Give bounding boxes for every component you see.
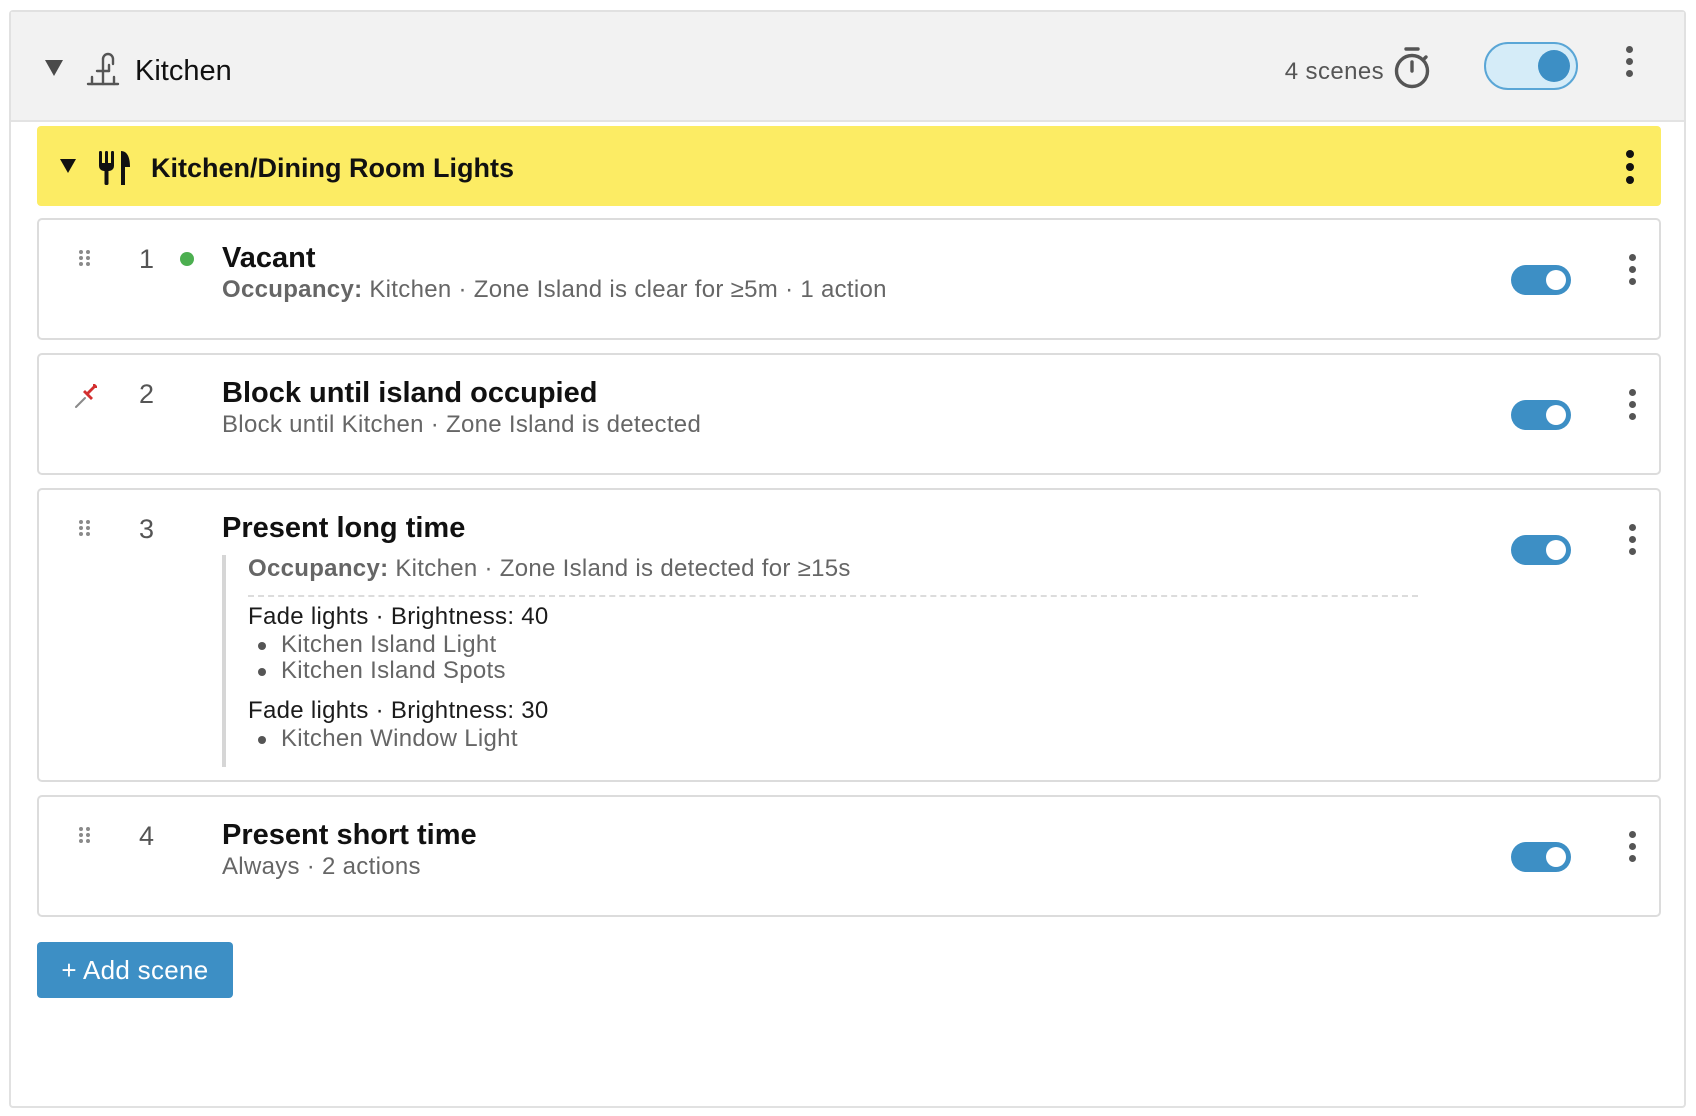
action-target: Kitchen Island Light [281, 631, 497, 658]
scene-title: Block until island occupied [222, 377, 598, 409]
drag-handle-icon[interactable] [79, 520, 93, 538]
drag-handle-icon[interactable] [79, 250, 93, 268]
room-header: Kitchen 4 scenes [11, 12, 1684, 122]
toggle-knob [1546, 405, 1566, 425]
scene-menu-kebab-icon[interactable] [1627, 524, 1637, 560]
scene-count: 4 scenes [1284, 58, 1384, 85]
scene-card[interactable]: 4 Present short time Always · 2 actions [37, 795, 1661, 917]
active-status-dot [180, 252, 194, 266]
trigger-label: Occupancy: [222, 276, 363, 303]
trigger-label: Occupancy: [248, 555, 389, 582]
scene-enable-toggle[interactable] [1511, 842, 1571, 872]
action-title: Fade lights · Brightness: 40 [248, 603, 549, 630]
scene-subtitle: Block until Kitchen · Zone Island is det… [222, 411, 702, 438]
scene-menu-kebab-icon[interactable] [1627, 254, 1637, 290]
toggle-knob [1546, 270, 1566, 290]
room-panel: Kitchen 4 scenes Kitchen/Dining Room Lig… [9, 10, 1686, 1108]
scene-subtitle: Occupancy: Kitchen · Zone Island is clea… [222, 276, 887, 304]
scene-menu-kebab-icon[interactable] [1627, 389, 1637, 425]
scene-enable-toggle[interactable] [1511, 535, 1571, 565]
trigger-text: Kitchen · Zone Island is detected for ≥1… [395, 555, 851, 582]
group-header: Kitchen/Dining Room Lights [37, 126, 1661, 206]
list-bullet [258, 736, 266, 744]
list-bullet [258, 642, 266, 650]
scene-title: Vacant [222, 242, 316, 274]
scene-menu-kebab-icon[interactable] [1627, 831, 1637, 867]
collapse-caret-icon[interactable] [45, 60, 63, 76]
kitchen-faucet-icon [86, 52, 120, 86]
scene-enable-toggle[interactable] [1511, 265, 1571, 295]
room-title: Kitchen [135, 55, 232, 87]
toggle-knob [1538, 50, 1570, 82]
scene-card[interactable]: 3 Present long time Occupancy: Kitchen ·… [37, 488, 1661, 782]
stopwatch-icon[interactable] [1391, 45, 1433, 91]
scene-card[interactable]: 2 Block until island occupied Block unti… [37, 353, 1661, 475]
scene-index: 4 [139, 821, 155, 851]
list-bullet [258, 668, 266, 676]
scene-index: 2 [139, 379, 155, 409]
scene-index: 3 [139, 514, 155, 544]
scene-subtitle: Always · 2 actions [222, 853, 421, 880]
fork-knife-icon [99, 151, 130, 185]
scene-trigger: Occupancy: Kitchen · Zone Island is dete… [248, 555, 1418, 597]
toggle-knob [1546, 847, 1566, 867]
room-enable-toggle[interactable] [1484, 42, 1578, 90]
room-menu-kebab-icon[interactable] [1624, 46, 1634, 82]
scene-title: Present long time [222, 512, 466, 544]
drag-handle-icon[interactable] [79, 827, 93, 845]
scene-title: Present short time [222, 819, 477, 851]
scene-card[interactable]: 1 Vacant Occupancy: Kitchen · Zone Islan… [37, 218, 1661, 340]
scene-detail: Occupancy: Kitchen · Zone Island is dete… [222, 555, 1418, 767]
add-scene-button[interactable]: + Add scene [37, 942, 233, 998]
scene-enable-toggle[interactable] [1511, 400, 1571, 430]
trigger-text: Kitchen · Zone Island is clear for ≥5m ·… [369, 276, 887, 303]
pushpin-icon [75, 384, 97, 408]
group-collapse-caret-icon[interactable] [60, 159, 76, 173]
scene-index: 1 [139, 244, 155, 274]
action-title: Fade lights · Brightness: 30 [248, 697, 549, 724]
action-target: Kitchen Window Light [281, 725, 518, 752]
group-menu-kebab-icon[interactable] [1625, 150, 1635, 186]
action-target: Kitchen Island Spots [281, 657, 506, 684]
group-title: Kitchen/Dining Room Lights [151, 153, 514, 183]
toggle-knob [1546, 540, 1566, 560]
